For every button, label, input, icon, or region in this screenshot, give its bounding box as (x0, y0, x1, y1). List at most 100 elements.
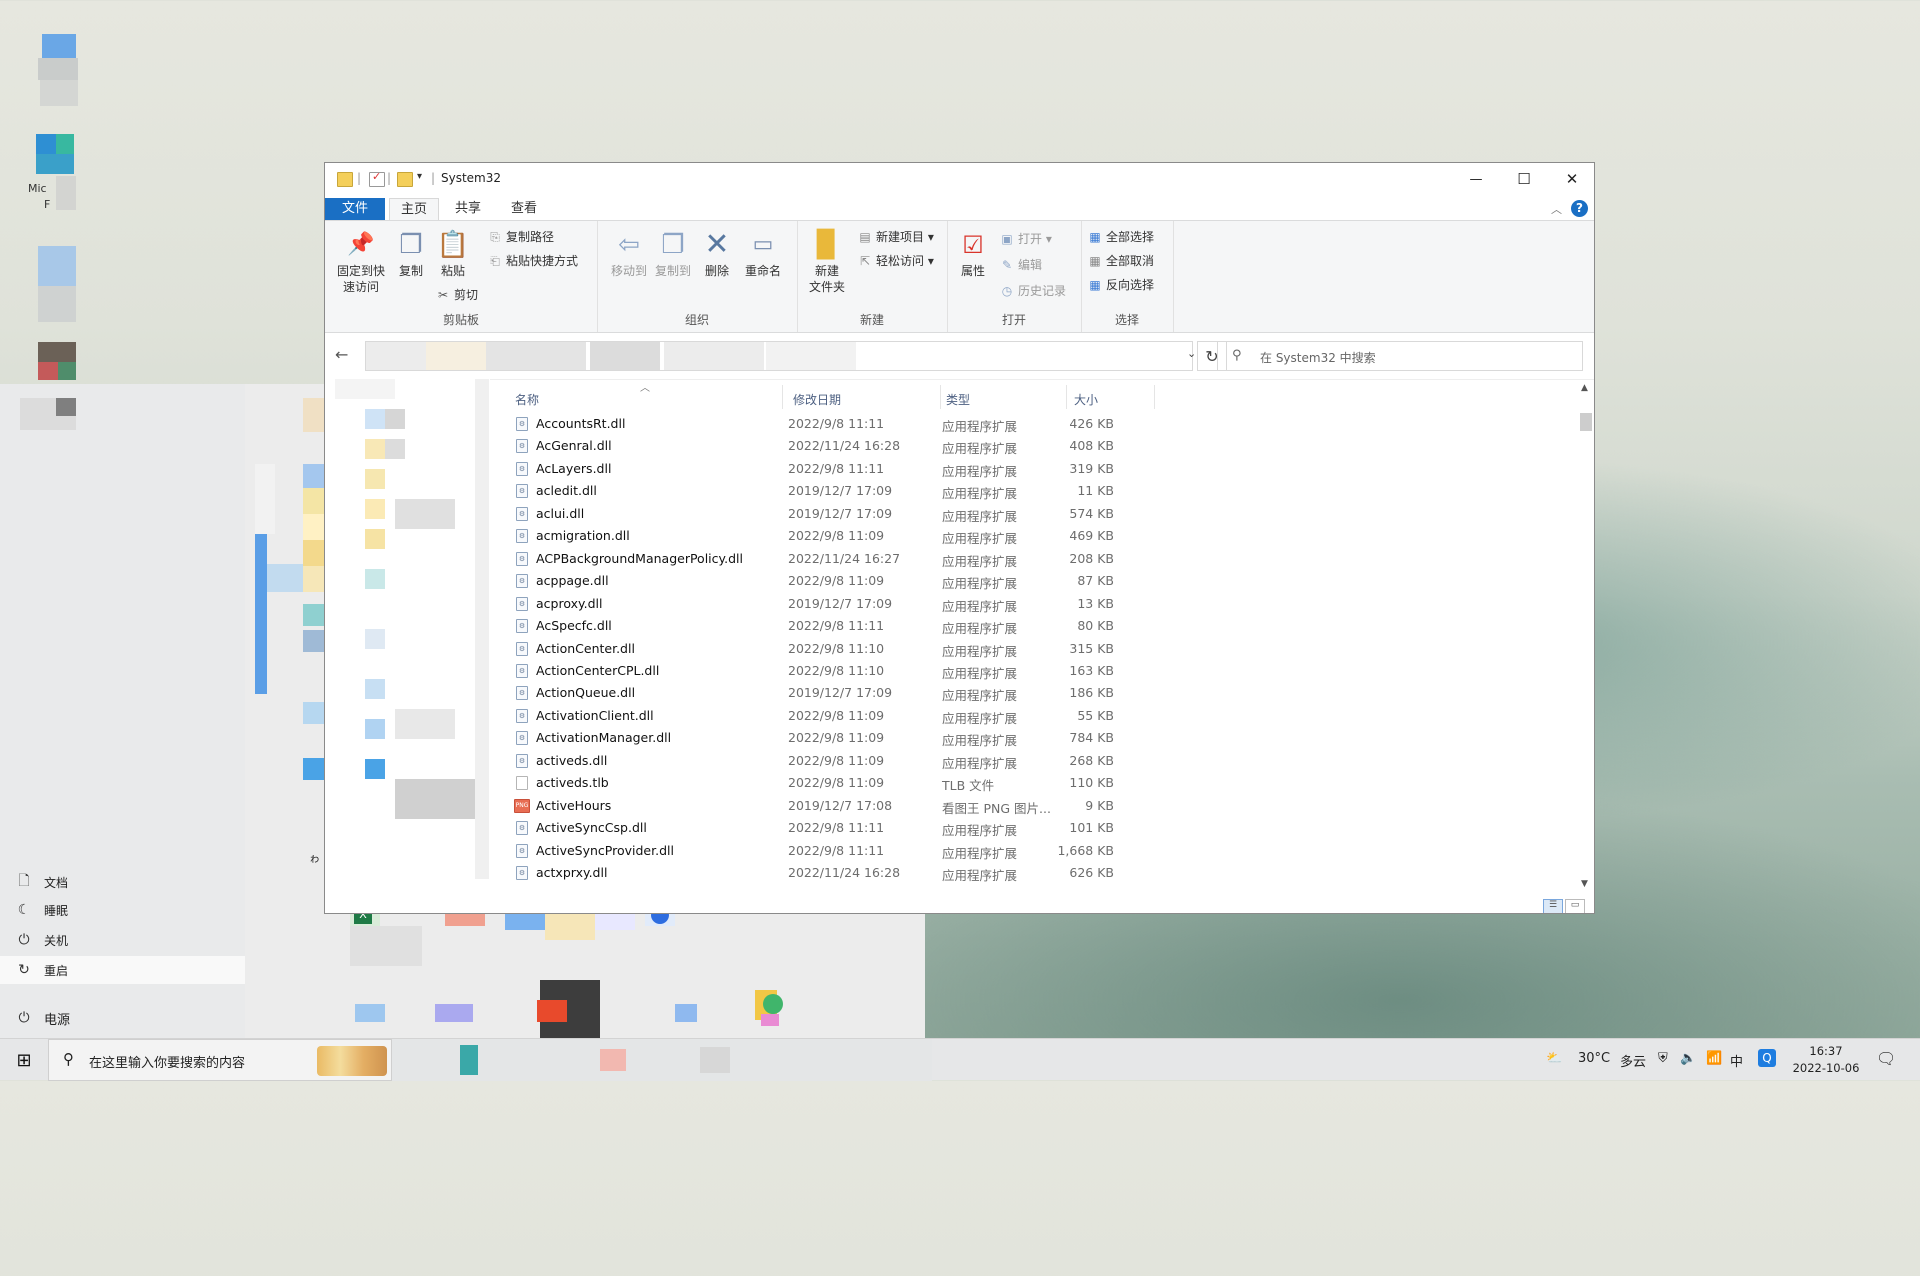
cut-button[interactable]: ✂ 剪切 (435, 287, 478, 303)
edit-button[interactable]: ✎ 编辑 (999, 257, 1042, 273)
new-item-button[interactable]: ▤ 新建项目 ▾ (857, 229, 934, 245)
start-tile[interactable] (761, 1014, 779, 1026)
file-row[interactable]: ⚙ ActiveSyncProvider.dll 2022/9/8 11:11 应用程… (510, 840, 1170, 862)
taskbar-app-icon[interactable] (600, 1049, 626, 1071)
start-tile[interactable] (303, 488, 325, 516)
volume-icon[interactable]: 🔈 (1680, 1051, 1696, 1066)
desktop-icon[interactable] (38, 342, 76, 362)
tab-home[interactable]: 主页 (389, 198, 439, 220)
start-tile[interactable] (303, 630, 325, 652)
start-tile[interactable] (303, 758, 325, 780)
start-tile[interactable] (763, 994, 783, 1014)
tab-view[interactable]: 查看 (499, 198, 549, 220)
start-menu-shutdown[interactable]: ⏻ 关机 (0, 926, 245, 954)
desktop-icon[interactable] (38, 58, 78, 80)
properties-button[interactable]: ☑ 属性 (953, 227, 993, 279)
start-tile[interactable] (255, 534, 267, 694)
taskbar-app-icon[interactable] (700, 1047, 730, 1073)
column-separator[interactable] (1066, 385, 1067, 409)
taskbar-app-icon[interactable] (460, 1045, 478, 1075)
file-row[interactable]: ⚙ ActivationClient.dll 2022/9/8 11:09 应用程序扩… (510, 705, 1170, 727)
file-row[interactable]: ⚙ ActionQueue.dll 2019/12/7 17:09 应用程序扩展 186… (510, 682, 1170, 704)
file-row[interactable]: ⚙ actxprxy.dll 2022/11/24 16:28 应用程序扩展 626 K… (510, 862, 1170, 884)
scroll-down-icon[interactable]: ▼ (1581, 879, 1588, 889)
column-header-size[interactable]: 大小 (1074, 391, 1098, 408)
invert-selection-button[interactable]: ▦ 反向选择 (1087, 277, 1154, 293)
start-tile[interactable] (303, 566, 325, 592)
scroll-up-icon[interactable]: ▲ (1581, 383, 1588, 393)
easy-access-button[interactable]: ⇱ 轻松访问 ▾ (857, 253, 934, 269)
start-tile[interactable] (267, 564, 307, 592)
start-menu-power[interactable]: ⏻ 电源 (0, 1000, 245, 1036)
address-bar[interactable] (365, 341, 1193, 371)
taskbar-clock[interactable]: 16:37 2022-10-06 (1792, 1043, 1860, 1077)
weather-temperature[interactable]: 30°C (1578, 1051, 1610, 1066)
start-tile[interactable] (505, 914, 545, 930)
close-button[interactable]: ✕ (1548, 163, 1594, 195)
start-tile[interactable] (675, 1004, 697, 1022)
file-row[interactable]: ⚙ acmigration.dll 2022/9/8 11:09 应用程序扩展 469 … (510, 525, 1170, 547)
customize-quick-access-icon[interactable]: ▾ (417, 171, 422, 182)
file-row[interactable]: ⚙ AcLayers.dll 2022/9/8 11:11 应用程序扩展 319 KB (510, 458, 1170, 480)
notification-center-icon[interactable]: 🗨 (1876, 1049, 1896, 1068)
start-menu-sleep[interactable]: ☾ 睡眠 (0, 896, 245, 924)
large-icons-view-button[interactable]: ▭ (1565, 899, 1585, 913)
paste-button[interactable]: 📋 粘贴 (433, 227, 473, 279)
file-row[interactable]: ⚙ AcSpecfc.dll 2022/9/8 11:11 应用程序扩展 80 KB (510, 615, 1170, 637)
taskbar-search-box[interactable]: ⚲ 在这里输入你要搜索的内容 (48, 1039, 392, 1081)
start-tile[interactable] (303, 514, 325, 540)
start-tile[interactable] (537, 1000, 567, 1022)
copy-path-button[interactable]: ⎘ 复制路径 (487, 229, 554, 245)
file-row[interactable]: ⚙ AcGenral.dll 2022/11/24 16:28 应用程序扩展 408 K… (510, 435, 1170, 457)
new-folder-button[interactable]: ▉ 新建 文件夹 (803, 227, 851, 295)
app-tray-icon[interactable]: Q (1758, 1049, 1776, 1067)
help-icon[interactable]: ? (1571, 200, 1588, 217)
column-separator[interactable] (782, 385, 783, 409)
file-row[interactable]: ⚙ ActiveSyncCsp.dll 2022/9/8 11:11 应用程序扩展 10… (510, 817, 1170, 839)
tab-file[interactable]: 文件 (325, 198, 385, 220)
details-view-button[interactable]: ☰ (1543, 899, 1563, 913)
file-row[interactable]: ⚙ ACPBackgroundManagerPolicy.dll 2022/11/2… (510, 548, 1170, 570)
delete-button[interactable]: ✕ 删除 (697, 227, 737, 279)
start-tile[interactable] (435, 1004, 473, 1022)
rename-button[interactable]: ▭ 重命名 (737, 227, 789, 279)
weather-icon[interactable]: ⛅ (1546, 1051, 1562, 1066)
new-folder-quick-icon[interactable] (397, 172, 413, 187)
file-list-scrollbar[interactable]: ▲ ▼ (1578, 379, 1594, 899)
column-header-date[interactable]: 修改日期 (793, 391, 841, 408)
select-none-button[interactable]: ▦ 全部取消 (1087, 253, 1154, 269)
file-row[interactable]: ⚙ acledit.dll 2019/12/7 17:09 应用程序扩展 11 KB (510, 480, 1170, 502)
start-tile[interactable] (303, 464, 325, 488)
minimize-button[interactable]: — (1452, 163, 1500, 195)
start-tile[interactable] (303, 540, 325, 566)
paste-shortcut-button[interactable]: ⎗ 粘贴快捷方式 (487, 253, 578, 269)
network-icon[interactable]: 📶 (1706, 1051, 1722, 1066)
start-button[interactable]: ⊞ (0, 1039, 48, 1081)
desktop-icon[interactable] (38, 246, 76, 286)
select-all-button[interactable]: ▦ 全部选择 (1087, 229, 1154, 245)
history-button[interactable]: ◷ 历史记录 (999, 283, 1066, 299)
start-tile[interactable] (355, 1004, 385, 1022)
column-separator[interactable] (940, 385, 941, 409)
move-to-button[interactable]: ⇦ 移动到 (607, 227, 651, 279)
file-row[interactable]: activeds.tlb 2022/9/8 11:09 TLB 文件 110 KB (510, 772, 1170, 794)
file-row[interactable]: ⚙ ActionCenter.dll 2022/9/8 11:10 应用程序扩展 315… (510, 638, 1170, 660)
navigation-scrollbar[interactable] (475, 379, 489, 879)
file-row[interactable]: ⚙ acppage.dll 2022/9/8 11:09 应用程序扩展 87 KB (510, 570, 1170, 592)
file-row[interactable]: ⚙ ActivationManager.dll 2022/9/8 11:09 应用程序… (510, 727, 1170, 749)
start-tile[interactable] (303, 604, 325, 626)
column-header-name[interactable]: 名称 (515, 391, 539, 408)
start-tile[interactable] (255, 464, 275, 534)
start-tile[interactable] (350, 926, 422, 966)
tab-share[interactable]: 共享 (443, 198, 493, 220)
file-row[interactable]: ⚙ activeds.dll 2022/9/8 11:09 应用程序扩展 268 KB (510, 750, 1170, 772)
back-button[interactable]: ← (335, 345, 348, 364)
file-row[interactable]: ⚙ acproxy.dll 2019/12/7 17:09 应用程序扩展 13 KB (510, 593, 1170, 615)
desktop-icon[interactable] (42, 34, 76, 58)
open-button[interactable]: ▣ 打开 ▾ (999, 231, 1052, 247)
address-history-dropdown[interactable]: ⌄ (1187, 347, 1196, 360)
copy-to-button[interactable]: ❐ 复制到 (651, 227, 695, 279)
input-method-icon[interactable]: 中 (1730, 1051, 1743, 1070)
collapse-ribbon-icon[interactable]: ︿ (1551, 201, 1562, 217)
file-row[interactable]: PNG ActiveHours 2019/12/7 17:08 看图王 PNG 图片.… (510, 795, 1170, 817)
